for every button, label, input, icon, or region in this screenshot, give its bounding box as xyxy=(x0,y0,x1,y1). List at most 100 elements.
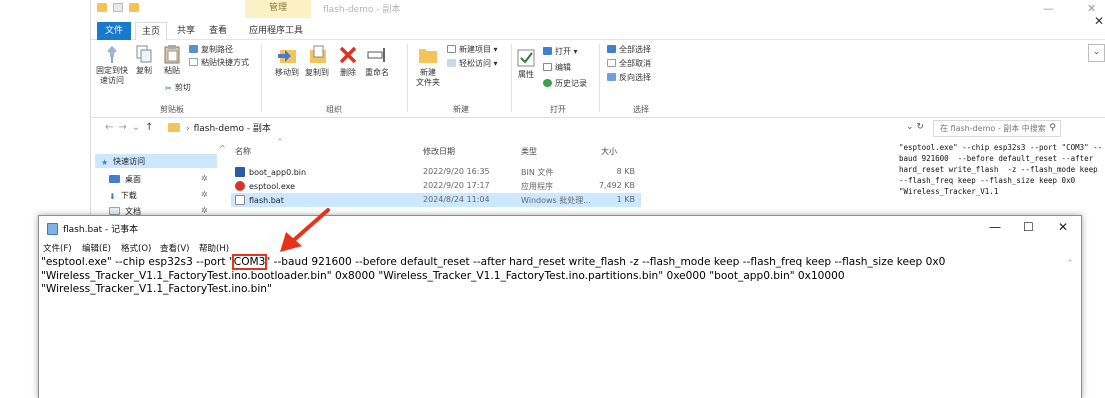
delete-button[interactable]: 删除 xyxy=(337,44,359,78)
properties-button[interactable]: 属性 xyxy=(515,48,537,80)
recent-chevron-icon[interactable]: ⌄ xyxy=(132,122,145,133)
menu-edit[interactable]: 编辑(E) xyxy=(82,242,111,254)
file-row-selected[interactable]: flash.bat 2024/8/24 11:04 Windows 批处理...… xyxy=(231,193,641,207)
context-tab-manage[interactable]: 管理 xyxy=(245,0,311,18)
new-item-button[interactable]: 新建项目 ▾ xyxy=(447,44,498,55)
pin-icon: ✲ xyxy=(201,174,208,183)
sidebar-item-quick-access[interactable]: ★ 快速访问 xyxy=(95,154,217,168)
tab-view[interactable]: 查看 xyxy=(203,22,233,40)
file-row[interactable]: esptool.exe 2022/9/20 17:17 应用程序 7,492 K… xyxy=(231,179,641,193)
edge-chevron-icon[interactable]: ⌄ xyxy=(1088,44,1105,62)
sidebar-item-downloads[interactable]: ⬇ 下载 xyxy=(109,190,137,201)
forward-arrow-icon[interactable]: → xyxy=(118,122,131,133)
quick-access-folder-icon[interactable] xyxy=(97,3,107,12)
open-group: 属性 打开 ▾ 编辑 历史记录 打开 xyxy=(515,40,601,118)
sort-chevron-icon: ^ xyxy=(277,138,283,146)
menu-view[interactable]: 查看(V) xyxy=(160,242,189,254)
search-input[interactable]: 在 flash-demo - 副本 中搜索 ⚲ xyxy=(933,120,1061,137)
quick-access-properties-icon[interactable] xyxy=(113,3,123,12)
up-arrow-icon[interactable]: ↑ xyxy=(145,122,158,133)
pin-icon: ✲ xyxy=(201,190,208,199)
open-group-label: 打开 xyxy=(550,105,566,114)
scroll-up-icon[interactable]: ^ xyxy=(1067,259,1073,267)
pin-quick-access-button[interactable]: 固定到快 速访问 xyxy=(95,44,129,86)
column-type[interactable]: 类型 xyxy=(521,146,537,157)
download-icon: ⬇ xyxy=(109,192,116,201)
column-name[interactable]: 名称 xyxy=(235,146,251,157)
paste-shortcut-icon xyxy=(189,58,198,66)
organize-group: 移动到 复制到 删除 重命名 组织 xyxy=(267,40,401,118)
paste-button[interactable]: 粘贴 xyxy=(161,44,183,76)
file-type-cell: 应用程序 xyxy=(521,182,553,191)
breadcrumb-separator: › xyxy=(186,124,190,134)
file-date-cell: 2022/9/20 16:35 xyxy=(423,167,490,176)
breadcrumb-current[interactable]: flash-demo - 副本 xyxy=(194,124,271,134)
tab-home[interactable]: 主页 xyxy=(135,22,168,41)
new-folder-icon xyxy=(419,49,437,63)
quick-access-newfolder-icon[interactable] xyxy=(129,3,139,12)
navigation-pane: ★ 快速访问 桌面 ✲ ⬇ 下载 ✲ 文档 ✲ ^ xyxy=(91,140,226,216)
pin-icon: ✲ xyxy=(201,206,208,215)
address-input[interactable]: › flash-demo - 副本 xyxy=(163,120,903,137)
text-line-1: "esptool.exe" --chip esp32s3 --port "COM… xyxy=(41,254,1063,270)
ribbon-separator xyxy=(407,44,408,112)
outer-close-icon[interactable]: ✕ xyxy=(1094,14,1104,28)
back-arrow-icon[interactable]: ← xyxy=(105,122,118,133)
new-folder-button[interactable]: 新建 文件夹 xyxy=(413,44,443,88)
notepad-titlebar: flash.bat - 记事本 — ☐ ✕ xyxy=(39,216,1081,242)
copy-to-button[interactable]: 复制到 xyxy=(303,44,331,78)
invert-selection-icon xyxy=(607,73,616,81)
scissors-icon: ✂ xyxy=(165,84,172,93)
notepad-scrollbar[interactable]: ^ xyxy=(1063,256,1081,398)
address-bar-row: ←→⌄↑ › flash-demo - 副本 ⌄ ↻ 在 flash-demo -… xyxy=(91,119,1105,139)
address-dropdown-refresh[interactable]: ⌄ ↻ xyxy=(906,122,924,132)
file-date-cell: 2024/8/24 11:04 xyxy=(423,195,490,204)
ribbon: 固定到快 速访问 复制 粘贴 复制路径 粘贴快捷方式 ✂ 剪切 剪贴板 移动到 … xyxy=(91,40,1105,118)
notepad-maximize-button[interactable]: ☐ xyxy=(1023,220,1034,234)
documents-icon xyxy=(109,207,120,215)
search-placeholder: 在 flash-demo - 副本 中搜索 xyxy=(940,124,1046,133)
select-group: 全部选择 全部取消 反向选择 选择 xyxy=(601,40,681,118)
history-button[interactable]: 历史记录 xyxy=(543,78,587,89)
sidebar-item-desktop[interactable]: 桌面 xyxy=(109,174,141,185)
desktop-icon xyxy=(109,175,120,183)
ribbon-separator xyxy=(261,44,262,112)
tab-app-tools[interactable]: 应用程序工具 xyxy=(243,22,309,40)
select-none-button[interactable]: 全部取消 xyxy=(607,58,651,69)
file-size-cell: 7,492 KB xyxy=(598,181,635,190)
star-icon: ★ xyxy=(101,158,109,167)
notepad-menubar: 文件(F) 编辑(E) 格式(O) 查看(V) 帮助(H) xyxy=(39,242,1081,256)
paste-icon xyxy=(164,45,180,64)
notepad-close-button[interactable]: ✕ xyxy=(1058,220,1068,234)
select-all-button[interactable]: 全部选择 xyxy=(607,44,651,55)
select-none-icon xyxy=(607,59,616,67)
column-date[interactable]: 修改日期 xyxy=(423,146,455,157)
edit-button[interactable]: 编辑 xyxy=(543,62,571,73)
file-row[interactable]: boot_app0.bin 2022/9/20 16:35 BIN 文件 8 K… xyxy=(231,165,641,179)
search-icon: ⚲ xyxy=(1049,123,1056,133)
notepad-minimize-button[interactable]: — xyxy=(989,220,1001,234)
invert-selection-button[interactable]: 反向选择 xyxy=(607,72,651,83)
clipboard-group-label: 剪贴板 xyxy=(160,105,184,114)
explorer-minimize-button[interactable]: — xyxy=(1043,2,1054,15)
copy-path-button[interactable]: 复制路径 xyxy=(189,44,233,55)
open-button[interactable]: 打开 ▾ xyxy=(543,46,578,57)
menu-file[interactable]: 文件(F) xyxy=(43,242,72,254)
notepad-text-area[interactable]: "esptool.exe" --chip esp32s3 --port "COM… xyxy=(39,254,1063,398)
move-to-button[interactable]: 移动到 xyxy=(273,44,301,78)
copy-button[interactable]: 复制 xyxy=(133,44,155,76)
scroll-up-icon[interactable]: ^ xyxy=(219,144,226,153)
easy-access-button[interactable]: 轻松访问 ▾ xyxy=(447,58,498,69)
new-group-label: 新建 xyxy=(453,105,469,114)
tab-file[interactable]: 文件 xyxy=(97,22,131,40)
column-size[interactable]: 大小 xyxy=(601,146,617,157)
file-list: 名称 ^ 修改日期 类型 大小 boot_app0.bin 2022/9/20 … xyxy=(231,138,741,215)
menu-help[interactable]: 帮助(H) xyxy=(199,242,229,254)
paste-shortcut-button[interactable]: 粘贴快捷方式 xyxy=(189,57,249,68)
tab-share[interactable]: 共享 xyxy=(171,22,201,40)
rename-button[interactable]: 重命名 xyxy=(363,44,391,78)
delete-x-icon xyxy=(339,46,357,64)
cut-button[interactable]: ✂ 剪切 xyxy=(165,82,191,93)
file-explorer-window: 管理 flash-demo - 副本 — ✕ 文件 主页 共享 查看 应用程序工… xyxy=(90,0,1105,216)
menu-format[interactable]: 格式(O) xyxy=(121,242,151,254)
